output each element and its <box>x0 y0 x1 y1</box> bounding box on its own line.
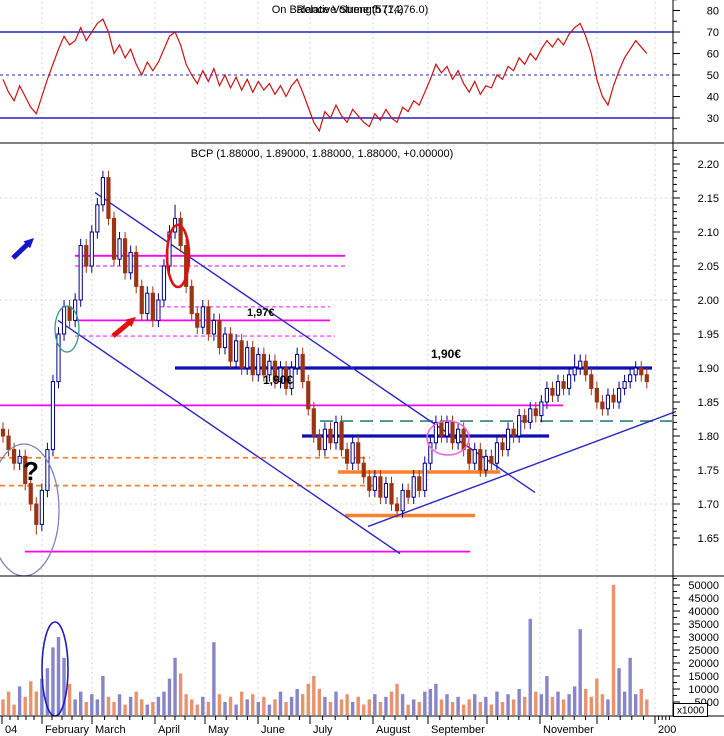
price-label-annotation[interactable]: 1,97€ <box>247 307 275 319</box>
indicator-panel[interactable] <box>0 0 673 143</box>
chart-canvas: 1,97€ 1,90€ 1,90€? 30 40 50 60 70 80 1.65 1.70 1.7… <box>0 0 724 736</box>
axis-label: August <box>376 724 410 736</box>
axis-label: 45000 <box>688 593 719 605</box>
axis-label: 2.05 <box>698 261 719 273</box>
axis-label: November <box>543 724 594 736</box>
price-label-annotation[interactable]: 1,90€ <box>263 373 293 387</box>
price-title: BCP (1.88000, 1.89000, 1.88000, 1.88000,… <box>191 148 454 160</box>
axis-label: 35000 <box>688 619 719 631</box>
axis-label: 2.10 <box>698 227 719 239</box>
axis-label: 50 <box>707 70 719 82</box>
axis-label: 1.90 <box>698 363 719 375</box>
chart-window: 1,97€ 1,90€ 1,90€? 30 40 50 60 70 80 1.65 1.70 1.7… <box>0 0 724 736</box>
axis-label: 15000 <box>688 671 719 683</box>
axis-label: 1.65 <box>698 533 719 545</box>
axis-label: June <box>261 724 285 736</box>
axis-label: 1.70 <box>698 499 719 511</box>
axis-label: April <box>158 724 180 736</box>
axis-label: 1.95 <box>698 329 719 341</box>
axis-label: 60 <box>707 49 719 61</box>
axis-label: 10000 <box>688 684 719 696</box>
axis-label: 1.75 <box>698 465 719 477</box>
axis-label: May <box>208 724 229 736</box>
price-label-annotation[interactable]: ? <box>23 456 39 486</box>
axis-label: 04 <box>5 724 17 736</box>
axis-label: 80 <box>707 6 719 18</box>
axis-label: 1.80 <box>698 431 719 443</box>
axis-label: 2.00 <box>698 295 719 307</box>
axis-label: March <box>95 724 126 736</box>
axis-label: 40000 <box>688 606 719 618</box>
axis-label: 70 <box>707 27 719 39</box>
axis-label: 30000 <box>688 632 719 644</box>
axis-label: 1.85 <box>698 397 719 409</box>
axis-label: 20000 <box>688 658 719 670</box>
price-label-annotation[interactable]: 1,90€ <box>431 347 461 361</box>
axis-label: 25000 <box>688 645 719 657</box>
volume-multiplier: x1000 <box>673 703 708 717</box>
axis-label: 50000 <box>688 580 719 592</box>
volume-multiplier-label: x1000 <box>677 706 705 717</box>
axis-label: 200 <box>658 724 676 736</box>
axis-label: July <box>313 724 333 736</box>
indicator-title-rsi: Relative Strength (14) <box>297 4 404 16</box>
axis-label: 30 <box>707 113 719 125</box>
axis-label: 40 <box>707 92 719 104</box>
axis-label: 2.15 <box>698 193 719 205</box>
axis-label: February <box>45 724 90 736</box>
axis-label: September <box>431 724 485 736</box>
axis-label: 2.20 <box>698 159 719 171</box>
